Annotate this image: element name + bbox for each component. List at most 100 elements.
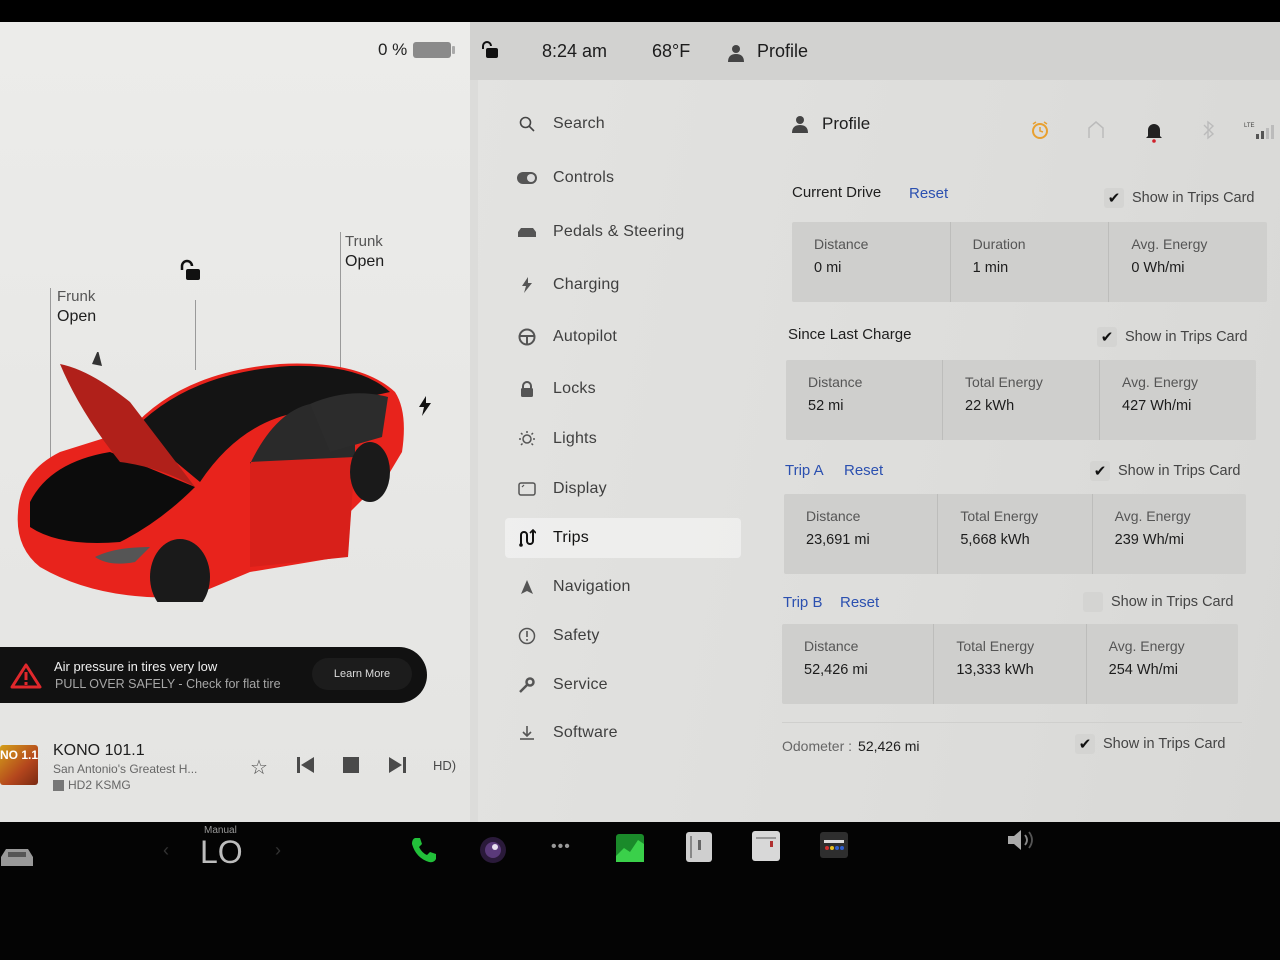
stat-distance: Distance 23,691 mi [784,494,939,574]
learn-more-button[interactable]: Learn More [312,658,412,690]
hd-channel-label: HD2 KSMG [68,778,131,792]
station-logo: NO 1.1 [0,745,38,785]
alert-title: Air pressure in tires very low [54,659,218,674]
charge-port-bolt-icon [419,396,431,416]
frunk-callout[interactable]: Frunk Open [57,287,96,327]
nav-item-pedals-steering[interactable]: Pedals & Steering [505,212,741,252]
volume-icon[interactable] [1006,828,1038,852]
trunk-label: Trunk [345,233,383,250]
display-icon [515,482,539,496]
since-last-charge-title: Since Last Charge [788,326,912,343]
battery-percent: 0 % [378,40,408,59]
frunk-state: Open [57,308,97,325]
checkbox-checked-icon[interactable]: ✔ [1090,461,1110,481]
previous-track-icon[interactable] [297,757,315,773]
energy-app-icon[interactable] [616,834,644,862]
checkbox-checked-icon[interactable]: ✔ [1097,327,1117,347]
stat-distance: Distance 0 mi [792,222,951,302]
since-last-charge-show-in-trips-card[interactable]: ✔ Show in Trips Card [1097,327,1248,347]
car-icon[interactable] [0,844,34,868]
nav-item-lights[interactable]: Lights [505,419,741,459]
checkbox-checked-icon[interactable]: ✔ [1104,188,1124,208]
trunk-callout[interactable]: Trunk Open [345,232,384,272]
station-description: San Antonio's Greatest H... [53,762,198,776]
profile-icon [728,45,744,62]
nav-item-safety[interactable]: Safety [505,616,741,656]
odometer: Odometer : 52,426 mi [782,738,920,754]
nav-item-charging[interactable]: Charging [505,265,741,305]
profile-button[interactable]: Profile [757,41,808,62]
alarm-clock-icon[interactable] [1030,120,1050,140]
current-drive-stats: Distance 0 mi Duration 1 min Avg. Energy 0 … [792,222,1267,302]
trip-a-show-in-trips-card[interactable]: ✔ Show in Trips Card [1090,461,1241,481]
lte-signal-icon: LTE [1244,123,1274,139]
nav-item-search[interactable]: Search [505,104,741,144]
tire-pressure-alert: Air pressure in tires very low PULL OVER… [0,647,427,703]
unlock-icon[interactable] [178,258,204,284]
since-last-charge-stats: Distance 52 mi Total Energy 22 kWh Avg. En… [786,360,1256,440]
checkbox-unchecked-icon[interactable] [1083,592,1103,612]
nav-item-controls[interactable]: Controls [505,158,741,198]
safety-icon [515,627,539,645]
nav-item-display[interactable]: Display [505,469,741,509]
trip-b-title: Trip B [783,594,823,611]
nav-item-locks[interactable]: Locks [505,369,741,409]
trip-a-title: Trip A [785,462,824,479]
battery-status: 0 % [378,40,456,60]
clock: 8:24 am [542,41,608,61]
favorite-star-icon[interactable]: ☆ [250,755,268,780]
nav-item-service[interactable]: Service [505,665,741,705]
arcade-app-icon[interactable] [820,832,848,858]
stat-total-energy: Total Energy 22 kWh [943,360,1100,440]
station-name: KONO 101.1 [53,742,145,759]
frunk-label: Frunk [57,288,96,305]
trip-b-show-in-trips-card[interactable]: Show in Trips Card [1083,592,1234,612]
camera-icon[interactable] [479,836,507,864]
odometer-show-in-trips-card[interactable]: ✔ Show in Trips Card [1075,734,1226,754]
radio-icon [53,779,64,791]
toggle-icon [515,172,539,184]
notification-bell-icon[interactable] [1144,120,1164,146]
trip-b-reset-button[interactable]: Reset [840,594,879,611]
climate-decrease-arrow[interactable]: ‹ [163,840,169,861]
current-drive-reset-button[interactable]: Reset [909,185,948,202]
lock-icon [515,381,539,397]
status-bar: 8:24 am 68°F Profile [470,22,1280,80]
trip-b-stats: Distance 52,426 mi Total Energy 13,333 kWh… [782,624,1238,704]
nav-item-navigation[interactable]: Navigation [505,567,741,607]
hd-radio-icon[interactable]: HD) [433,758,456,773]
stat-total-energy: Total Energy 13,333 kWh [934,624,1087,704]
light-icon [515,430,539,448]
car-icon [515,226,539,238]
hd-channel: HD2 KSMG [53,778,131,792]
more-apps-icon[interactable]: ••• [551,838,571,856]
nav-item-trips[interactable]: Trips [505,518,741,558]
calendar-app-icon[interactable] [752,831,780,861]
current-drive-show-in-trips-card[interactable]: ✔ Show in Trips Card [1104,188,1255,208]
navigation-icon [515,580,539,594]
checkbox-checked-icon[interactable]: ✔ [1075,734,1095,754]
next-track-icon[interactable] [388,757,406,773]
stop-icon[interactable] [343,757,359,773]
trip-a-reset-button[interactable]: Reset [844,462,883,479]
climate-increase-arrow[interactable]: › [275,840,281,861]
profile-header[interactable]: Profile [792,114,870,134]
car-image [17,352,404,602]
car-panel: 0 % Frunk Open Trunk Open Air pressure i… [0,22,470,822]
stat-distance: Distance 52,426 mi [782,624,935,704]
phone-icon[interactable] [410,836,438,864]
svg-text:LTE: LTE [1244,123,1255,129]
bluetooth-icon[interactable] [1202,120,1216,140]
download-icon [515,725,539,741]
unlocked-padlock-icon[interactable] [480,40,500,60]
manual-app-icon[interactable] [686,832,712,862]
climate-temperature[interactable]: LO [200,834,243,871]
nav-item-autopilot[interactable]: Autopilot [505,317,741,357]
bolt-icon [515,277,539,293]
battery-icon [413,42,456,58]
homelink-icon[interactable] [1086,120,1106,140]
trunk-callout-line [340,232,341,372]
bottom-dock: ‹ Manual LO › ••• [0,822,1280,960]
stat-avg-energy: Avg. Energy 254 Wh/mi [1108,638,1185,678]
nav-item-software[interactable]: Software [505,713,741,753]
